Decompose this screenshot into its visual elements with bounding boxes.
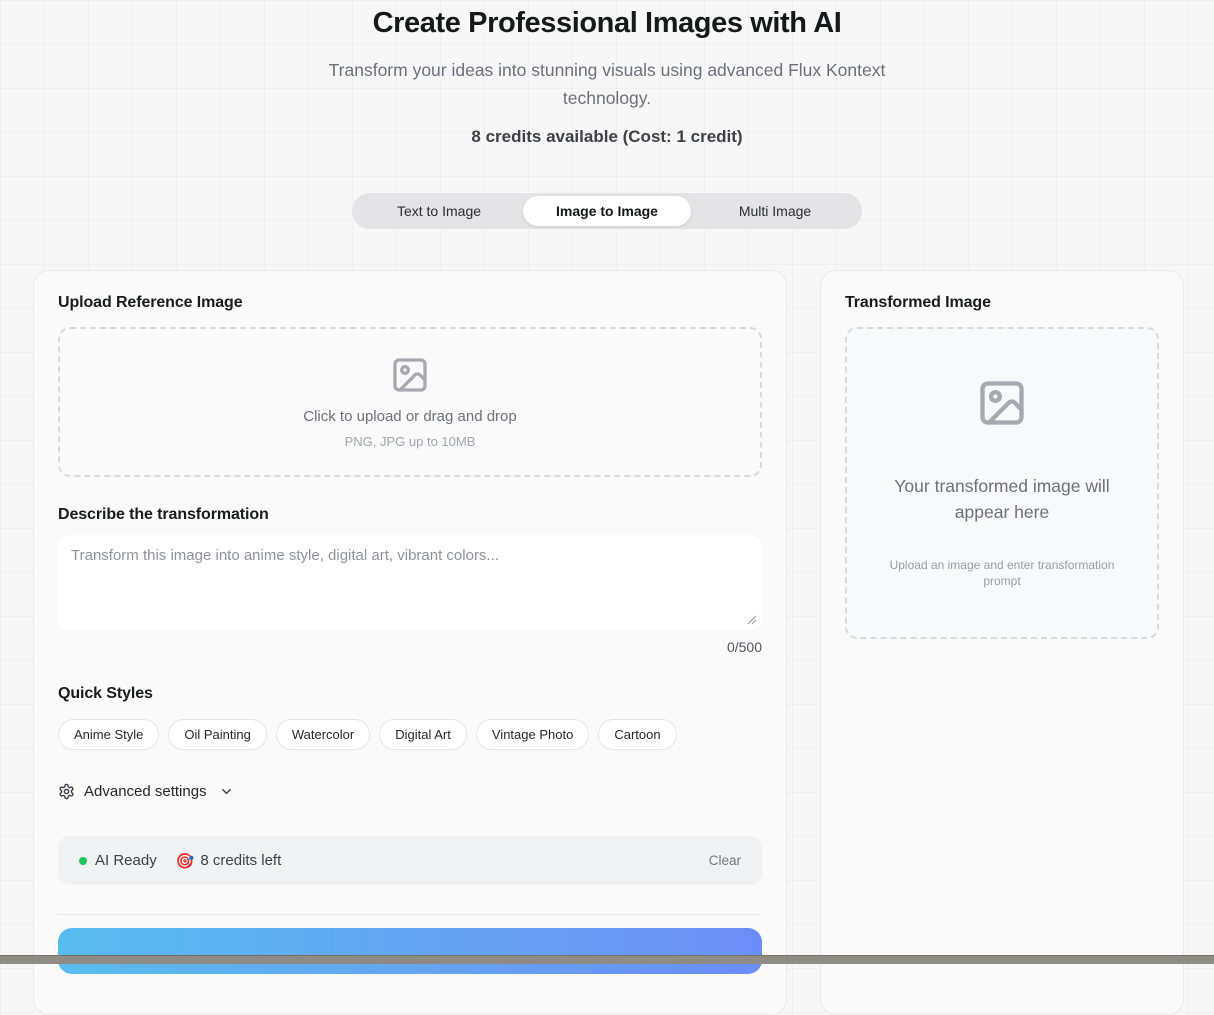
chevron-down-icon: [221, 788, 231, 795]
generate-button[interactable]: [58, 928, 762, 974]
divider: [58, 914, 762, 915]
result-secondary-text: Upload an image and enter transformation…: [889, 558, 1115, 588]
prompt-section: Describe the transformation 0/500: [58, 506, 762, 655]
upload-panel-title: Upload Reference Image: [58, 294, 243, 311]
dropzone-secondary-text: PNG, JPG up to 10MB: [344, 434, 476, 449]
style-pill-anime[interactable]: Anime Style: [58, 719, 160, 750]
result-empty-state: Your transformed image will appear here …: [845, 327, 1159, 639]
gear-icon: [59, 783, 74, 800]
main-content: Upload Reference Image Click to upload o…: [33, 270, 1184, 1015]
ai-ready-label: AI Ready: [95, 852, 157, 869]
status-bar: AI Ready 🎯 8 credits left Clear: [58, 836, 762, 885]
image-icon: [393, 358, 427, 392]
target-icon: 🎯: [175, 852, 195, 870]
result-primary-text: Your transformed image will appear here: [894, 476, 1110, 522]
style-pill-oil-painting[interactable]: Oil Painting: [168, 719, 267, 750]
style-pill-digital-art[interactable]: Digital Art: [379, 719, 467, 750]
quick-styles-section: Quick Styles Anime Style Oil Painting Wa…: [58, 685, 762, 750]
ai-ready-dot: [79, 856, 87, 865]
tab-text-to-image[interactable]: Text to Image: [355, 196, 523, 226]
image-icon: [980, 381, 1024, 425]
style-pill-watercolor[interactable]: Watercolor: [275, 719, 371, 750]
tab-multi-image[interactable]: Multi Image: [691, 196, 859, 226]
style-pill-cartoon[interactable]: Cartoon: [598, 719, 677, 750]
mode-tabs: Text to Image Image to Image Multi Image: [352, 193, 862, 229]
quick-styles-label: Quick Styles: [58, 685, 153, 702]
prompt-label: Describe the transformation: [58, 506, 269, 523]
quick-styles-pills: Anime Style Oil Painting Watercolor Digi…: [58, 719, 762, 750]
advanced-settings-label: Advanced settings: [84, 783, 207, 800]
advanced-settings-toggle[interactable]: Advanced settings: [58, 783, 234, 800]
tab-image-to-image[interactable]: Image to Image: [523, 196, 691, 226]
prompt-textarea-wrap: [58, 535, 762, 630]
result-panel: Transformed Image Your transformed image…: [820, 270, 1184, 1015]
upload-panel: Upload Reference Image Click to upload o…: [33, 270, 787, 1015]
page-subtitle: Transform your ideas into stunning visua…: [328, 60, 886, 108]
credits-left-label: 8 credits left: [200, 852, 282, 869]
desktop-edge-strip: [0, 955, 1214, 964]
prompt-input[interactable]: [58, 535, 762, 630]
dropzone-primary-text: Click to upload or drag and drop: [303, 408, 517, 425]
hero-section: Create Professional Images with AI Trans…: [0, 0, 1214, 147]
clear-button[interactable]: Clear: [709, 853, 741, 868]
page-title: Create Professional Images with AI: [372, 7, 842, 39]
upload-dropzone[interactable]: Click to upload or drag and drop PNG, JP…: [58, 327, 762, 477]
credits-available-text: 8 credits available (Cost: 1 credit): [471, 127, 743, 146]
result-panel-title: Transformed Image: [845, 294, 991, 311]
style-pill-vintage-photo[interactable]: Vintage Photo: [475, 719, 590, 750]
credits-chip: 🎯 8 credits left: [176, 852, 282, 870]
char-count: 0/500: [726, 639, 762, 655]
